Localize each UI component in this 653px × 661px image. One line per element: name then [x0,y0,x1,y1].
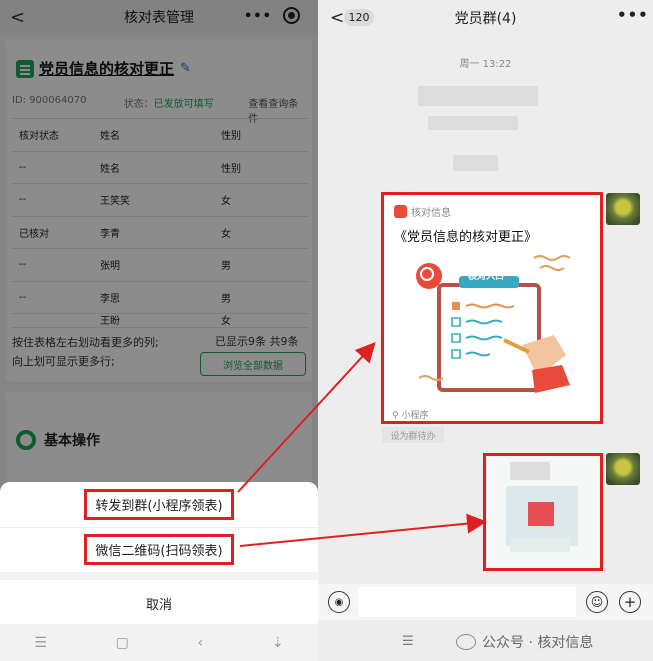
unread-count-badge[interactable]: 120 [344,9,374,26]
back-nav-icon[interactable]: ‹ [198,635,204,651]
back-icon[interactable]: < [330,8,344,28]
chat-title: 党员群(4) [454,11,517,27]
blurred-qr-region [510,462,550,480]
avatar[interactable] [606,193,640,225]
left-panel: < 核对表管理 ••• 党员信息的核对更正 ✎ ID: 900064070 状态… [0,0,318,661]
avatar[interactable] [606,453,640,485]
hide-nav-icon[interactable]: ⇣ [272,635,284,651]
wechat-logo-icon [456,634,476,650]
chat-input-bar: ◉ ☺ + [318,584,653,620]
plus-icon[interactable]: + [619,591,641,613]
voice-icon[interactable]: ◉ [328,591,350,613]
blurred-qr-region [510,538,570,552]
miniprogram-footer-label: 小程序 [401,411,429,421]
watermark: 公众号 · 核对信息 [456,632,593,652]
set-group-todo-chip[interactable]: 设为群待办 [382,427,444,443]
system-nav-bar: ☰ ▢ ‹ ⇣ [0,624,318,661]
wechat-qr-option[interactable]: 微信二维码(扫码领表) [0,527,318,573]
message-input[interactable] [358,587,576,617]
blurred-message [428,116,518,130]
home-nav-icon[interactable]: ▢ [116,635,129,651]
blurred-message [418,86,538,106]
forward-to-group-label: 转发到群(小程序领表) [84,489,234,520]
screenshot-root: < 核对表管理 ••• 党员信息的核对更正 ✎ ID: 900064070 状态… [0,0,653,661]
miniprogram-source: 核对信息 [394,204,451,219]
cancel-button[interactable]: 取消 [0,580,318,626]
qr-code-image[interactable] [483,453,603,571]
wechat-qr-label: 微信二维码(扫码领表) [84,534,234,565]
watermark-text: 公众号 · 核对信息 [482,635,594,651]
menu-nav-icon[interactable]: ☰ [34,635,47,651]
sheet-divider [0,572,318,580]
menu-nav-icon[interactable]: ☰ [402,634,414,649]
emoji-icon[interactable]: ☺ [586,591,608,613]
right-panel: < 120 党员群(4) ••• 周一 13:22 核对信息 《党员信息的核对更… [318,0,653,661]
message-timestamp: 周一 13:22 [459,59,512,70]
miniprogram-card[interactable]: 核对信息 《党员信息的核对更正》 核对入口 ⚲ 小程序 [381,192,603,424]
blurred-message [453,155,498,171]
forward-to-group-option[interactable]: 转发到群(小程序领表) [0,482,318,528]
app-logo-icon [394,205,407,218]
more-icon[interactable]: ••• [617,6,649,24]
chat-nav-bar: < 120 党员群(4) ••• [318,0,653,36]
system-nav-bar: ☰ 公众号 · 核对信息 [318,624,653,661]
qr-center-logo [528,502,554,526]
miniprogram-footer: ⚲ 小程序 [392,408,428,421]
miniprogram-title: 《党员信息的核对更正》 [394,230,538,245]
miniprogram-source-name: 核对信息 [411,208,451,219]
checkin-badge: 核对入口 [467,272,504,282]
